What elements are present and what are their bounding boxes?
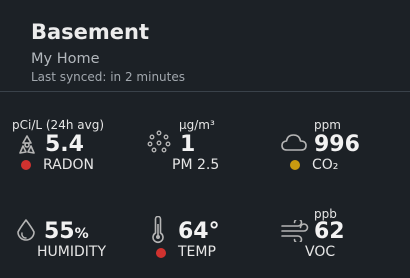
room-name: Basement [31,20,150,44]
pm25-label: PM 2.5 [172,157,220,173]
radon-label: RADON [43,157,95,173]
wind-icon [280,218,310,246]
sensor-voc[interactable]: ppb 62 VOC [280,206,410,276]
last-synced-status: Last synced: in 2 minutes [31,70,186,84]
temp-label: TEMP [178,244,216,260]
sensor-humidity[interactable]: 55% HUMIDITY [12,206,142,276]
sensor-radon[interactable]: pCi/L (24h avg) 5.4 RADON [12,116,142,186]
sensor-co2[interactable]: ppm 996 CO₂ [280,116,410,186]
sensor-temp[interactable]: 64° TEMP [146,206,276,276]
temp-status-dot [156,248,166,258]
co2-label: CO₂ [312,157,339,173]
pm25-unit: µg/m³ [179,118,215,132]
voc-label: VOC [305,244,336,260]
co2-unit: ppm [314,118,341,132]
temp-value: 64° [178,219,220,244]
radon-value: 5.4 [45,132,84,157]
device-header: Basement My Home Last synced: in 2 minut… [0,0,410,92]
location-name: My Home [31,51,100,67]
co2-status-dot [290,160,300,170]
pm25-value: 1 [180,132,196,157]
cloud-icon [280,132,308,158]
voc-value: 62 [314,219,345,244]
droplet-icon [14,218,38,248]
humidity-percent: % [74,226,89,242]
thermometer-icon [151,215,165,248]
particles-icon [146,129,172,159]
radon-unit: pCi/L (24h avg) [12,118,104,132]
co2-value: 996 [314,132,360,157]
sensor-pm25[interactable]: µg/m³ 1 PM 2.5 [146,116,276,186]
radon-status-dot [21,160,31,170]
radiation-icon [16,134,38,160]
humidity-label: HUMIDITY [37,244,106,260]
humidity-value: 55% [44,220,89,246]
humidity-number: 55 [44,219,75,244]
